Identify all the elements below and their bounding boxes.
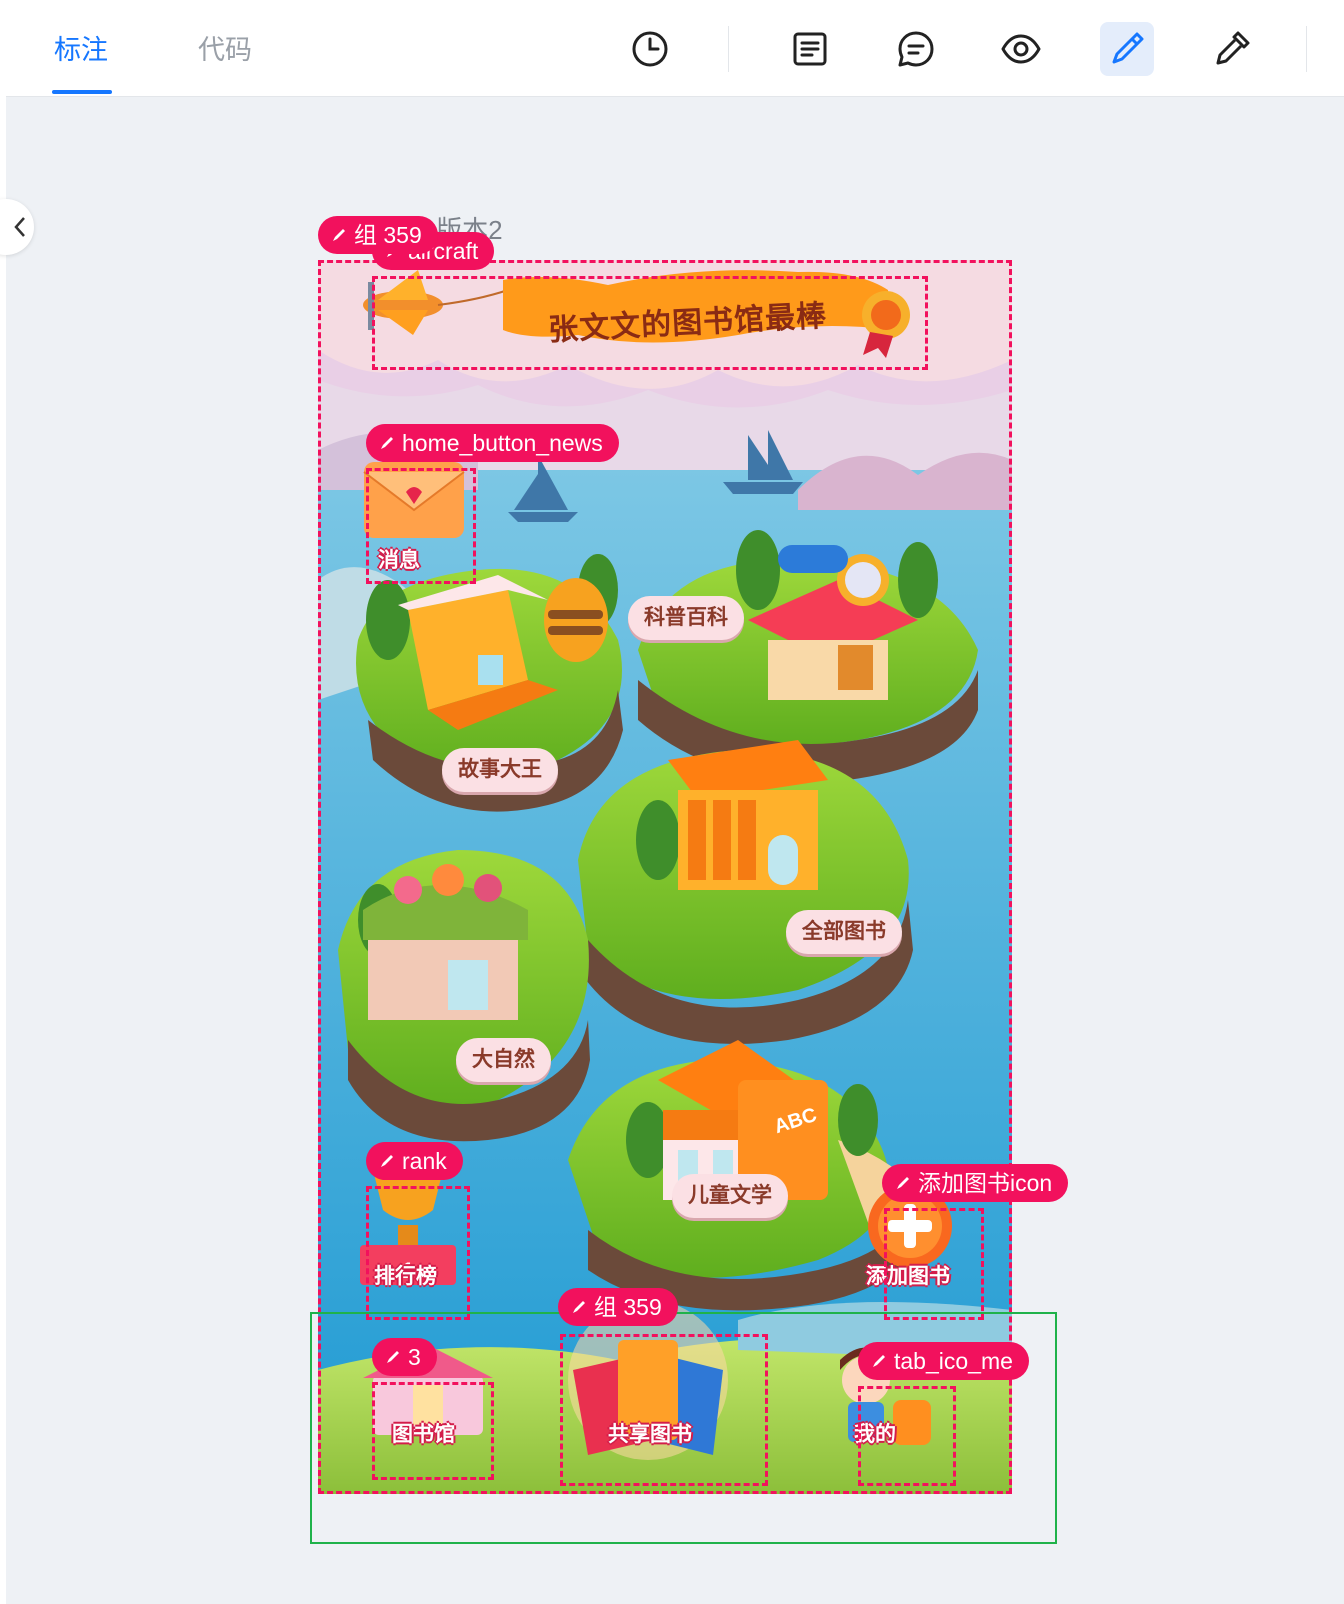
tag-rank[interactable]: rank	[366, 1142, 463, 1180]
tag-label: 添加图书icon	[918, 1170, 1053, 1196]
tag-label: tab_ico_me	[894, 1348, 1013, 1374]
annotate-pen-icon	[1112, 32, 1144, 64]
add-book-icon-outline[interactable]	[884, 1208, 984, 1320]
pen-icon	[897, 1177, 909, 1189]
tag-tab-ico-me[interactable]: tab_ico_me	[858, 1342, 1029, 1380]
history-button[interactable]	[623, 22, 677, 76]
color-picker-button[interactable]	[1205, 22, 1259, 76]
rank-outline[interactable]	[366, 1186, 470, 1320]
tab-code[interactable]: 代码	[198, 28, 252, 67]
preview-button[interactable]	[994, 22, 1048, 76]
aircraft-outline[interactable]	[372, 276, 928, 370]
tag-label: 组 359	[594, 1294, 662, 1320]
history-icon	[632, 31, 668, 67]
notes-button[interactable]	[783, 22, 837, 76]
pen-icon	[573, 1301, 585, 1313]
toolbar-divider	[1306, 26, 1307, 72]
comment-icon	[898, 31, 934, 67]
tag-group-359[interactable]: 组 359	[318, 216, 438, 254]
tag-label: home_button_news	[402, 430, 603, 456]
left-panel-edge	[0, 96, 6, 1604]
tag-home-button-news[interactable]: home_button_news	[366, 424, 619, 462]
toolbar-divider	[728, 26, 729, 72]
color-picker-icon	[1216, 31, 1250, 65]
tag-label: 组 359	[354, 222, 422, 248]
pen-icon	[381, 437, 393, 449]
notes-icon	[793, 32, 827, 66]
pen-icon	[873, 1355, 885, 1367]
preview-icon	[1001, 34, 1041, 64]
tag-add-book-icon[interactable]: 添加图书icon	[882, 1164, 1069, 1202]
tab-annotate[interactable]: 标注	[54, 28, 108, 67]
collapse-panel-button[interactable]	[0, 199, 34, 255]
tag-group-359-bottom[interactable]: 组 359	[558, 1288, 678, 1326]
pen-icon	[387, 1351, 399, 1363]
tag-three[interactable]: 3	[372, 1338, 437, 1376]
tag-label: 3	[408, 1344, 421, 1370]
tag-label: rank	[402, 1148, 447, 1174]
pen-icon	[381, 1155, 393, 1167]
active-tab-indicator	[52, 90, 112, 94]
chevron-left-icon	[14, 217, 25, 237]
comment-button[interactable]	[889, 22, 943, 76]
top-toolbar: 标注 代码	[0, 0, 1344, 97]
pen-icon	[333, 229, 345, 241]
annotate-pen-button[interactable]	[1100, 22, 1154, 76]
home-button-news-outline[interactable]	[366, 468, 476, 584]
